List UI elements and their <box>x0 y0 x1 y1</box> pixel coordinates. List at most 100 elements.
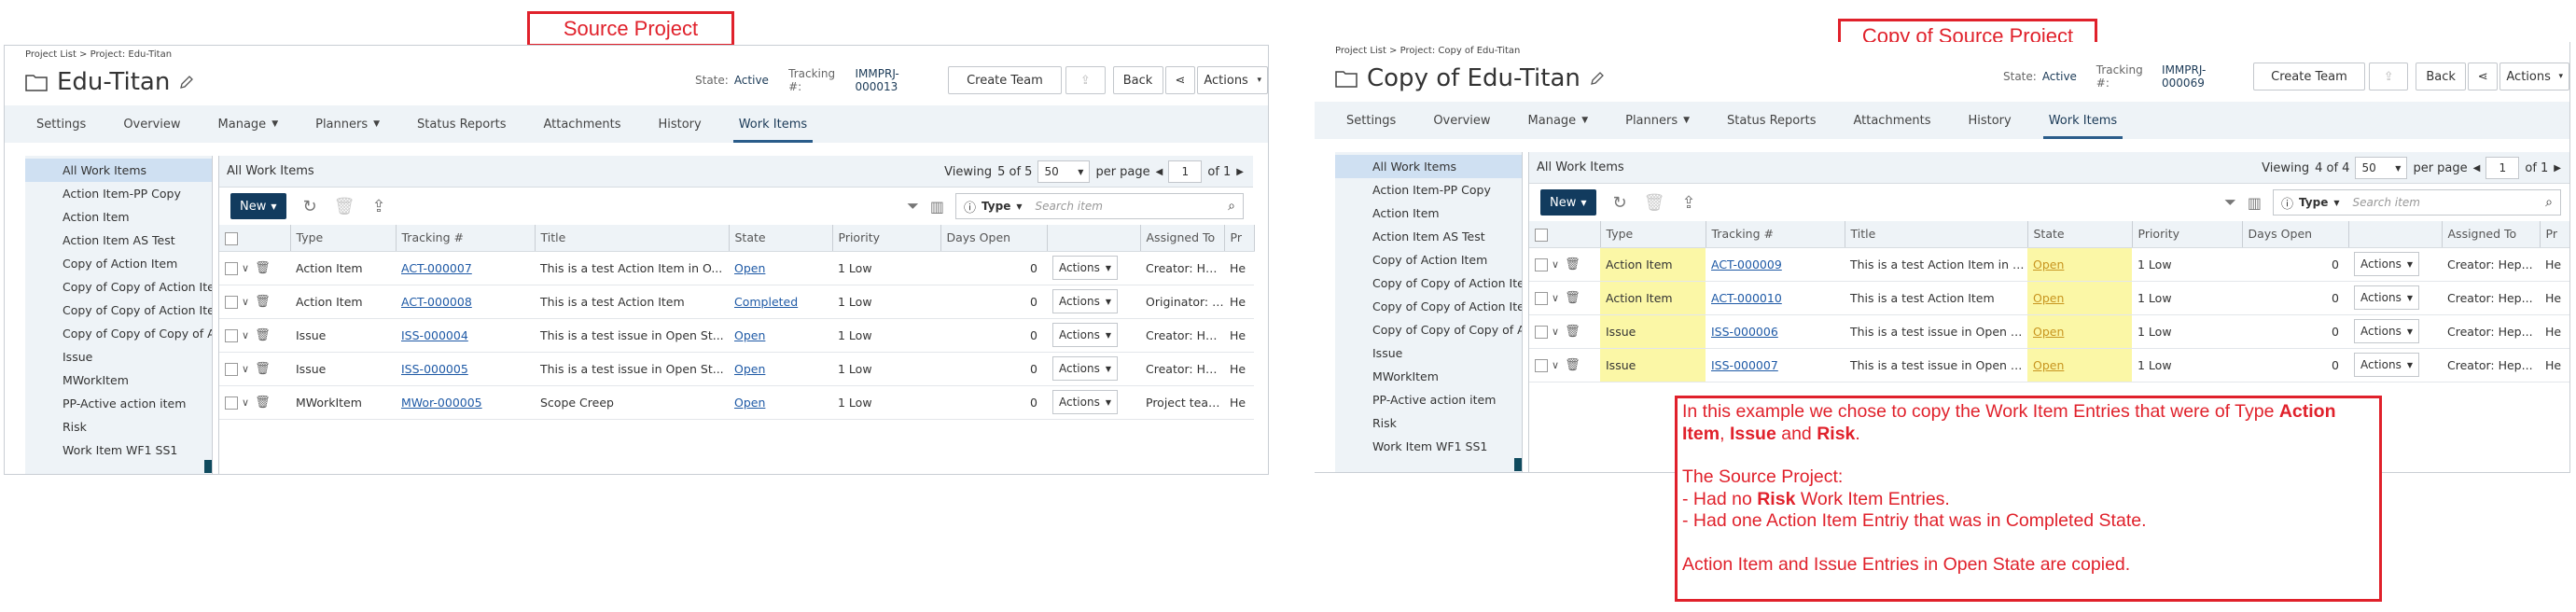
row-checkbox[interactable] <box>1535 257 1548 271</box>
tab-overview[interactable]: Overview <box>1433 102 1490 139</box>
page-size-select[interactable]: 50 ▼ <box>1037 160 1091 183</box>
sidebar-item-action-item-pp-copy[interactable]: Action Item-PP Copy <box>25 182 212 205</box>
sidebar-item-copy-of-copy-2[interactable]: Copy of Copy of Action Item <box>1335 295 1522 318</box>
select-all-header[interactable] <box>1529 221 1601 248</box>
search-filter[interactable]: ⓘ Type ▼ Search item ⌕ <box>955 193 1244 219</box>
select-all-checkbox[interactable] <box>1535 228 1548 242</box>
search-input[interactable]: Search item <box>1035 200 1222 213</box>
select-all-checkbox[interactable] <box>225 231 238 245</box>
state-link[interactable]: Open <box>2033 291 2064 305</box>
row-checkbox[interactable] <box>1535 325 1548 339</box>
sidebar-item-all-work-items[interactable]: All Work Items <box>1335 155 1522 178</box>
prev-page-icon[interactable]: ◀ <box>2473 163 2481 174</box>
cell-actions[interactable]: Actions ▼ <box>1047 318 1140 353</box>
tab-planners[interactable]: Planners ▼ <box>315 105 380 143</box>
tracking-link[interactable]: ACT-000009 <box>1711 257 1782 271</box>
row-checkbox[interactable] <box>225 261 238 275</box>
tracking-link[interactable]: ACT-000008 <box>401 295 472 309</box>
delete-icon[interactable]: 🗑 <box>1565 358 1580 372</box>
table-row[interactable]: ∨ 🗑 MWorkItem MWor-000005 Scope Creep Ope… <box>219 385 1254 420</box>
cell-tracking[interactable]: ACT-000007 <box>396 251 535 285</box>
sidebar-item-all-work-items[interactable]: All Work Items <box>25 159 212 182</box>
share-out-button[interactable]: ⇪ <box>2369 63 2409 90</box>
select-all-header[interactable] <box>219 225 291 252</box>
table-row[interactable]: ∨ 🗑 Action Item ACT-000009 This is a test… <box>1529 247 2569 282</box>
cell-actions[interactable]: Actions ▼ <box>1047 251 1140 285</box>
tab-manage[interactable]: Manage ▼ <box>218 105 279 143</box>
cell-state[interactable]: Open <box>2027 281 2132 315</box>
sidebar-item-copy-of-copy-of-copy[interactable]: Copy of Copy of Copy of Action <box>25 322 212 345</box>
cell-tracking[interactable]: ISS-000006 <box>1706 314 1845 349</box>
share-button[interactable]: ⋖ <box>2468 63 2499 90</box>
delete-icon[interactable]: 🗑 <box>255 396 271 410</box>
filter-icon[interactable]: ⏷ <box>2224 193 2236 212</box>
tab-status-reports[interactable]: Status Reports <box>1727 102 1816 139</box>
cell-tracking[interactable]: ISS-000004 <box>396 318 535 353</box>
state-link[interactable]: Open <box>2033 257 2064 271</box>
tab-work-items[interactable]: Work Items <box>732 105 814 143</box>
cell-state[interactable]: Open <box>729 318 832 353</box>
row-actions-select[interactable]: Actions ▼ <box>2354 319 2419 343</box>
sidebar-item-copy-of-action-item[interactable]: Copy of Action Item <box>1335 248 1522 271</box>
cell-state[interactable]: Open <box>2027 247 2132 282</box>
row-actions-select[interactable]: Actions ▼ <box>2354 285 2419 310</box>
row-actions-select[interactable]: Actions ▼ <box>2354 353 2419 377</box>
sidebar-item-action-item[interactable]: Action Item <box>25 205 212 229</box>
sidebar-item-work-item-wf1-ss1[interactable]: Work Item WF1 SS1 <box>1335 435 1522 458</box>
state-link[interactable]: Completed <box>734 295 798 309</box>
cell-tracking[interactable]: ACT-000010 <box>1706 281 1845 315</box>
prev-page-icon[interactable]: ◀ <box>1156 167 1163 177</box>
share-out-button[interactable]: ⇪ <box>1065 66 1106 94</box>
row-checkbox[interactable] <box>225 295 238 309</box>
delete-icon[interactable]: 🗑 <box>255 362 271 376</box>
column-header-pr[interactable]: Pr <box>2540 221 2569 248</box>
tab-overview[interactable]: Overview <box>123 105 180 143</box>
cell-tracking[interactable]: MWor-000005 <box>396 385 535 420</box>
tab-settings[interactable]: Settings <box>36 105 86 143</box>
tab-planners[interactable]: Planners ▼ <box>1625 102 1690 139</box>
breadcrumb[interactable]: Project List > Project: Edu-Titan <box>25 49 172 60</box>
row-checkbox[interactable] <box>225 362 238 376</box>
state-link[interactable]: Open <box>2033 325 2064 339</box>
chevron-down-icon[interactable]: ∨ <box>242 329 249 341</box>
state-link[interactable]: Open <box>2033 358 2064 372</box>
delete-icon[interactable]: 🗑 <box>1565 257 1580 271</box>
sidebar-item-copy-of-copy-2[interactable]: Copy of Copy of Action Item <box>25 299 212 322</box>
tracking-link[interactable]: ACT-000010 <box>1711 291 1782 305</box>
sidebar-item-work-item-wf1-ss1[interactable]: Work Item WF1 SS1 <box>25 438 212 462</box>
row-actions-select[interactable]: Actions ▼ <box>1052 289 1118 313</box>
chevron-down-icon[interactable]: ∨ <box>242 396 249 409</box>
row-checkbox[interactable] <box>225 328 238 342</box>
create-team-button[interactable]: Create Team <box>947 66 1063 94</box>
row-actions-select[interactable]: Actions ▼ <box>1052 256 1118 280</box>
sidebar-item-copy-of-action-item[interactable]: Copy of Action Item <box>25 252 212 275</box>
row-checkbox[interactable] <box>225 396 238 410</box>
breadcrumb[interactable]: Project List > Project: Copy of Edu-Tita… <box>1335 46 1520 56</box>
next-page-icon[interactable]: ▶ <box>1236 167 1244 177</box>
sidebar-item-risk[interactable]: Risk <box>25 415 212 438</box>
cell-actions[interactable]: Actions ▼ <box>2348 348 2442 382</box>
delete-icon[interactable]: 🗑 <box>255 328 271 342</box>
cell-state[interactable]: Open <box>729 385 832 420</box>
row-actions-select[interactable]: Actions ▼ <box>2354 252 2419 276</box>
cell-state[interactable]: Open <box>729 352 832 386</box>
delete-icon[interactable]: 🗑 <box>255 295 271 309</box>
filter-icon[interactable]: ⏷ <box>907 197 919 216</box>
delete-icon[interactable]: 🗑 <box>1565 325 1580 339</box>
table-row[interactable]: ∨ 🗑 Issue ISS-000005 This is a test issue… <box>219 352 1254 386</box>
sidebar-item-pp-active-action-item[interactable]: PP-Active action item <box>25 392 212 415</box>
cell-actions[interactable]: Actions ▼ <box>2348 281 2442 315</box>
search-input[interactable]: Search item <box>2352 196 2540 209</box>
tab-attachments[interactable]: Attachments <box>1853 102 1930 139</box>
page-number-input[interactable]: 1 <box>1168 160 1203 183</box>
column-header-priority[interactable]: Priority <box>2132 221 2243 248</box>
chevron-down-icon[interactable]: ∨ <box>242 363 249 375</box>
back-button[interactable]: Back <box>1112 66 1163 94</box>
new-button[interactable]: New ▼ <box>230 193 286 219</box>
chevron-down-icon[interactable]: ∨ <box>1552 258 1559 271</box>
page-number-input[interactable]: 1 <box>2485 157 2520 179</box>
tracking-link[interactable]: MWor-000005 <box>401 396 482 410</box>
row-actions-select[interactable]: Actions ▼ <box>1052 323 1118 347</box>
state-link[interactable]: Open <box>734 362 765 376</box>
column-header-priority[interactable]: Priority <box>832 225 941 252</box>
